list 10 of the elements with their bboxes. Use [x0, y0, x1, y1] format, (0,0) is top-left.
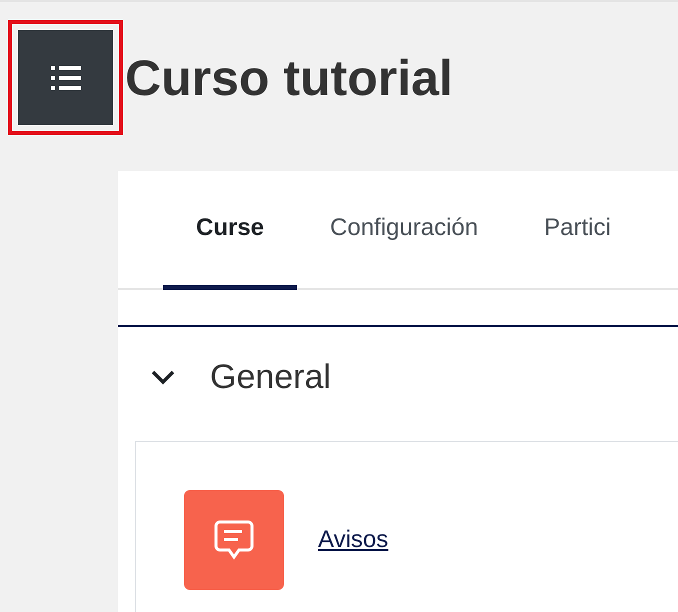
- activity-link[interactable]: Avisos: [318, 526, 388, 554]
- list-icon: [50, 64, 80, 90]
- announcement-icon: [184, 490, 284, 590]
- menu-button[interactable]: [8, 20, 123, 135]
- tab[interactable]: Partici: [511, 171, 644, 290]
- chevron-icon[interactable]: [150, 369, 176, 385]
- course-title: Curso tutorial: [125, 48, 453, 106]
- section-title: General: [210, 358, 331, 396]
- tab[interactable]: Configuración: [297, 171, 512, 290]
- tab[interactable]: Curse: [163, 171, 298, 290]
